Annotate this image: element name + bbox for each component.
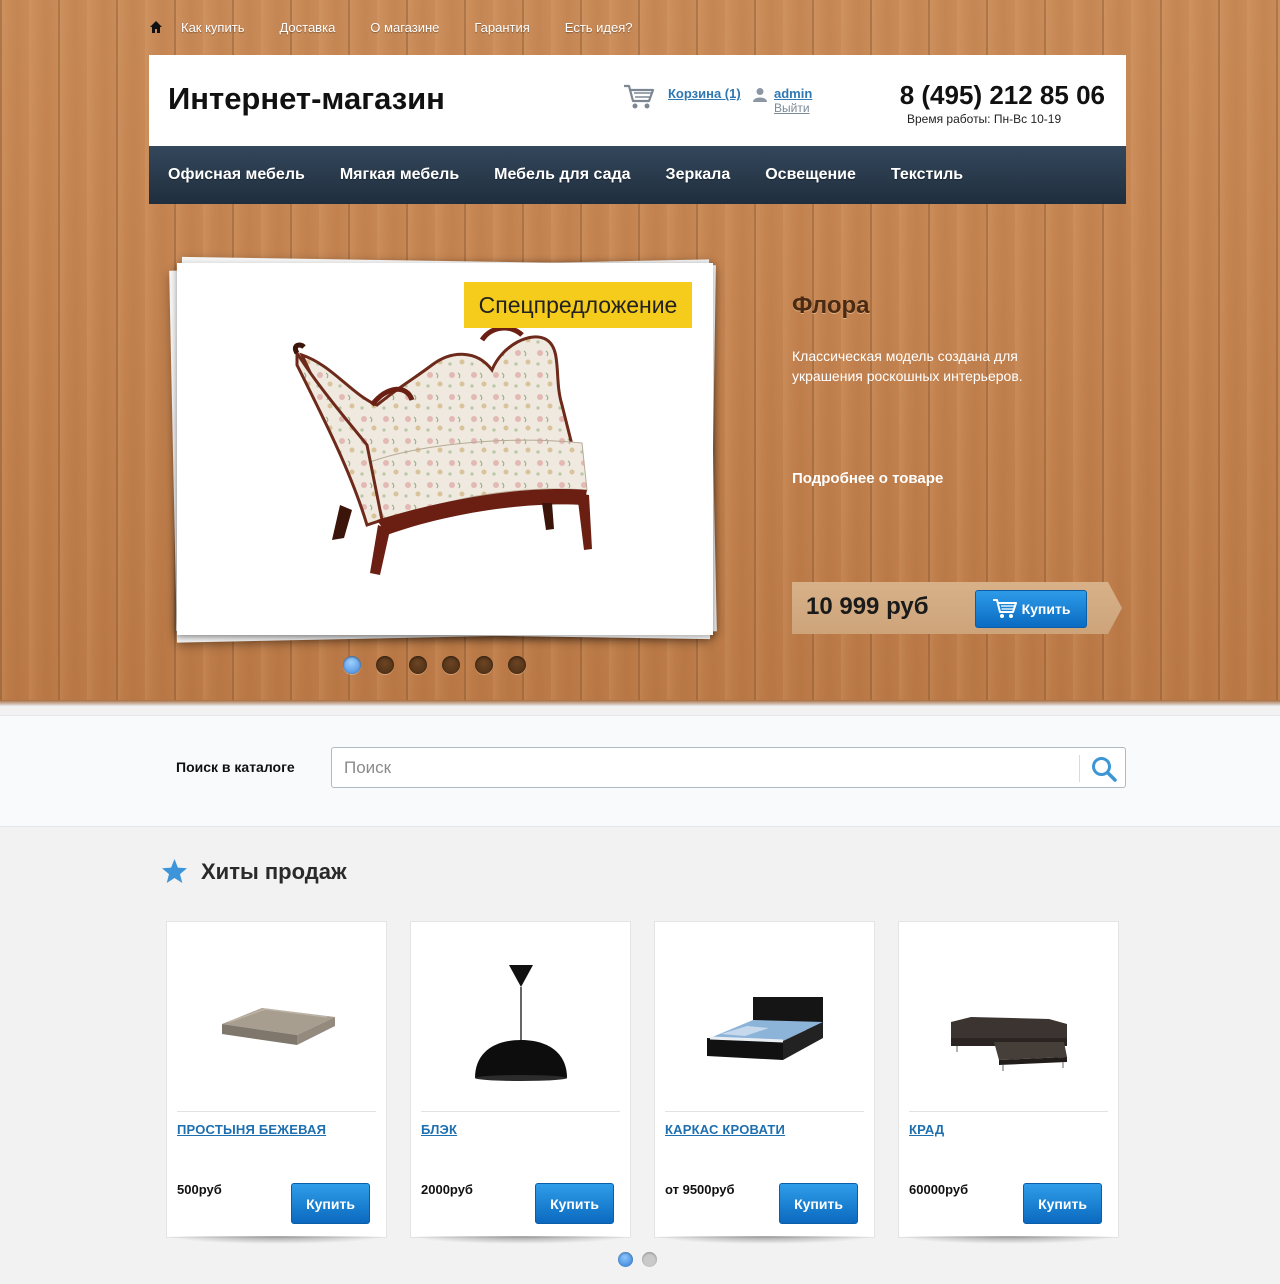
featured-price: 10 999 руб <box>806 593 929 620</box>
product-name[interactable]: КРАД <box>909 1122 944 1137</box>
bestsellers-page-dot-1[interactable] <box>618 1252 633 1267</box>
slider-dot-4[interactable] <box>442 656 460 674</box>
product-price: 60000руб <box>909 1182 969 1197</box>
nav-item-lighting[interactable]: Освещение <box>765 166 856 184</box>
slider-dot-3[interactable] <box>409 656 427 674</box>
product-card[interactable]: КРАД 60000руб Купить <box>898 921 1119 1238</box>
product-price: от 9500руб <box>665 1182 735 1197</box>
star-icon <box>161 858 188 885</box>
search-label: Поиск в каталоге <box>176 759 295 775</box>
product-card[interactable]: ПРОСТЫНЯ БЕЖЕВАЯ 500руб Купить <box>166 921 387 1238</box>
card-shadow <box>166 1236 387 1244</box>
nav-item-office-furniture[interactable]: Офисная мебель <box>168 166 305 184</box>
product-name[interactable]: БЛЭК <box>421 1122 457 1137</box>
bed-frame-image <box>707 997 823 1060</box>
site-logo[interactable]: Интернет-магазин <box>168 81 445 117</box>
slider-pagination <box>343 656 541 674</box>
topnav-link-about[interactable]: О магазине <box>370 20 439 35</box>
card-divider <box>665 1111 864 1112</box>
buy-button[interactable]: Купить <box>779 1183 858 1224</box>
user-profile-link[interactable]: admin <box>774 86 812 101</box>
slider-dot-2[interactable] <box>376 656 394 674</box>
slider-photo-frame: Спецпредложение <box>169 256 717 643</box>
search-divider <box>1079 755 1080 782</box>
sofa-image <box>292 325 592 575</box>
search-input[interactable] <box>333 749 1078 786</box>
folded-sheet-image <box>222 1008 335 1045</box>
slider-dot-5[interactable] <box>475 656 493 674</box>
bestsellers-page-dot-2[interactable] <box>642 1252 657 1267</box>
topnav-link-delivery[interactable]: Доставка <box>279 20 335 35</box>
nav-item-upholstered-furniture[interactable]: Мягкая мебель <box>340 166 459 184</box>
slider-dot-1[interactable] <box>343 656 361 674</box>
product-price: 500руб <box>177 1182 222 1197</box>
cart-link[interactable]: Корзина (1) <box>668 86 741 101</box>
topnav-link-warranty[interactable]: Гарантия <box>474 20 529 35</box>
featured-buy-label: Купить <box>1021 601 1071 617</box>
user-icon <box>753 87 767 102</box>
nav-item-garden-furniture[interactable]: Мебель для сада <box>494 166 630 184</box>
home-icon[interactable] <box>149 20 163 34</box>
phone-number: 8 (495) 212 85 06 <box>899 80 1105 110</box>
nav-item-mirrors[interactable]: Зеркала <box>666 166 731 184</box>
product-name[interactable]: ПРОСТЫНЯ БЕЖЕВАЯ <box>177 1122 326 1137</box>
bestsellers-pagination <box>618 1252 666 1267</box>
bestsellers-heading: Хиты продаж <box>201 859 347 884</box>
logout-link[interactable]: Выйти <box>774 101 810 115</box>
buy-button[interactable]: Купить <box>1023 1183 1102 1224</box>
pendant-lamp-image <box>475 965 567 1081</box>
special-offer-badge: Спецпредложение <box>464 282 692 328</box>
slider-dot-6[interactable] <box>508 656 526 674</box>
featured-product-title: Флора <box>792 292 870 319</box>
featured-product-description: Классическая модель создана для украшени… <box>792 348 1023 384</box>
product-card[interactable]: БЛЭК 2000руб Купить <box>410 921 631 1238</box>
card-divider <box>421 1111 620 1112</box>
card-shadow <box>654 1236 875 1244</box>
search-box <box>331 747 1126 788</box>
topnav-link-idea[interactable]: Есть идея? <box>565 20 633 35</box>
topnav-link-how-to-buy[interactable]: Как купить <box>181 20 244 35</box>
product-price: 2000руб <box>421 1182 473 1197</box>
product-details-link[interactable]: Подробнее о товаре <box>792 470 943 487</box>
card-shadow <box>410 1236 631 1244</box>
card-divider <box>177 1111 376 1112</box>
buy-button[interactable]: Купить <box>535 1183 614 1224</box>
featured-buy-button[interactable]: Купить <box>975 590 1087 628</box>
working-hours: Время работы: Пн-Вс 10-19 <box>907 112 1062 126</box>
hero-bottom-edge <box>0 700 1280 706</box>
buy-button[interactable]: Купить <box>291 1183 370 1224</box>
cart-icon <box>992 599 1017 618</box>
card-shadow <box>898 1236 1119 1244</box>
search-icon[interactable] <box>1090 755 1118 783</box>
corner-sofa-image <box>951 1017 1067 1071</box>
site-header: Интернет-магазин Корзина (1) admin Выйти… <box>149 55 1126 147</box>
top-navigation: Как купить Доставка О магазине Гарантия … <box>149 17 668 37</box>
cart-icon[interactable] <box>623 83 655 111</box>
card-divider <box>909 1111 1108 1112</box>
product-card[interactable]: КАРКАС КРОВАТИ от 9500руб Купить <box>654 921 875 1238</box>
nav-item-textile[interactable]: Текстиль <box>891 166 963 184</box>
product-name[interactable]: КАРКАС КРОВАТИ <box>665 1122 785 1137</box>
main-navigation: Офисная мебель Мягкая мебель Мебель для … <box>149 146 1126 204</box>
